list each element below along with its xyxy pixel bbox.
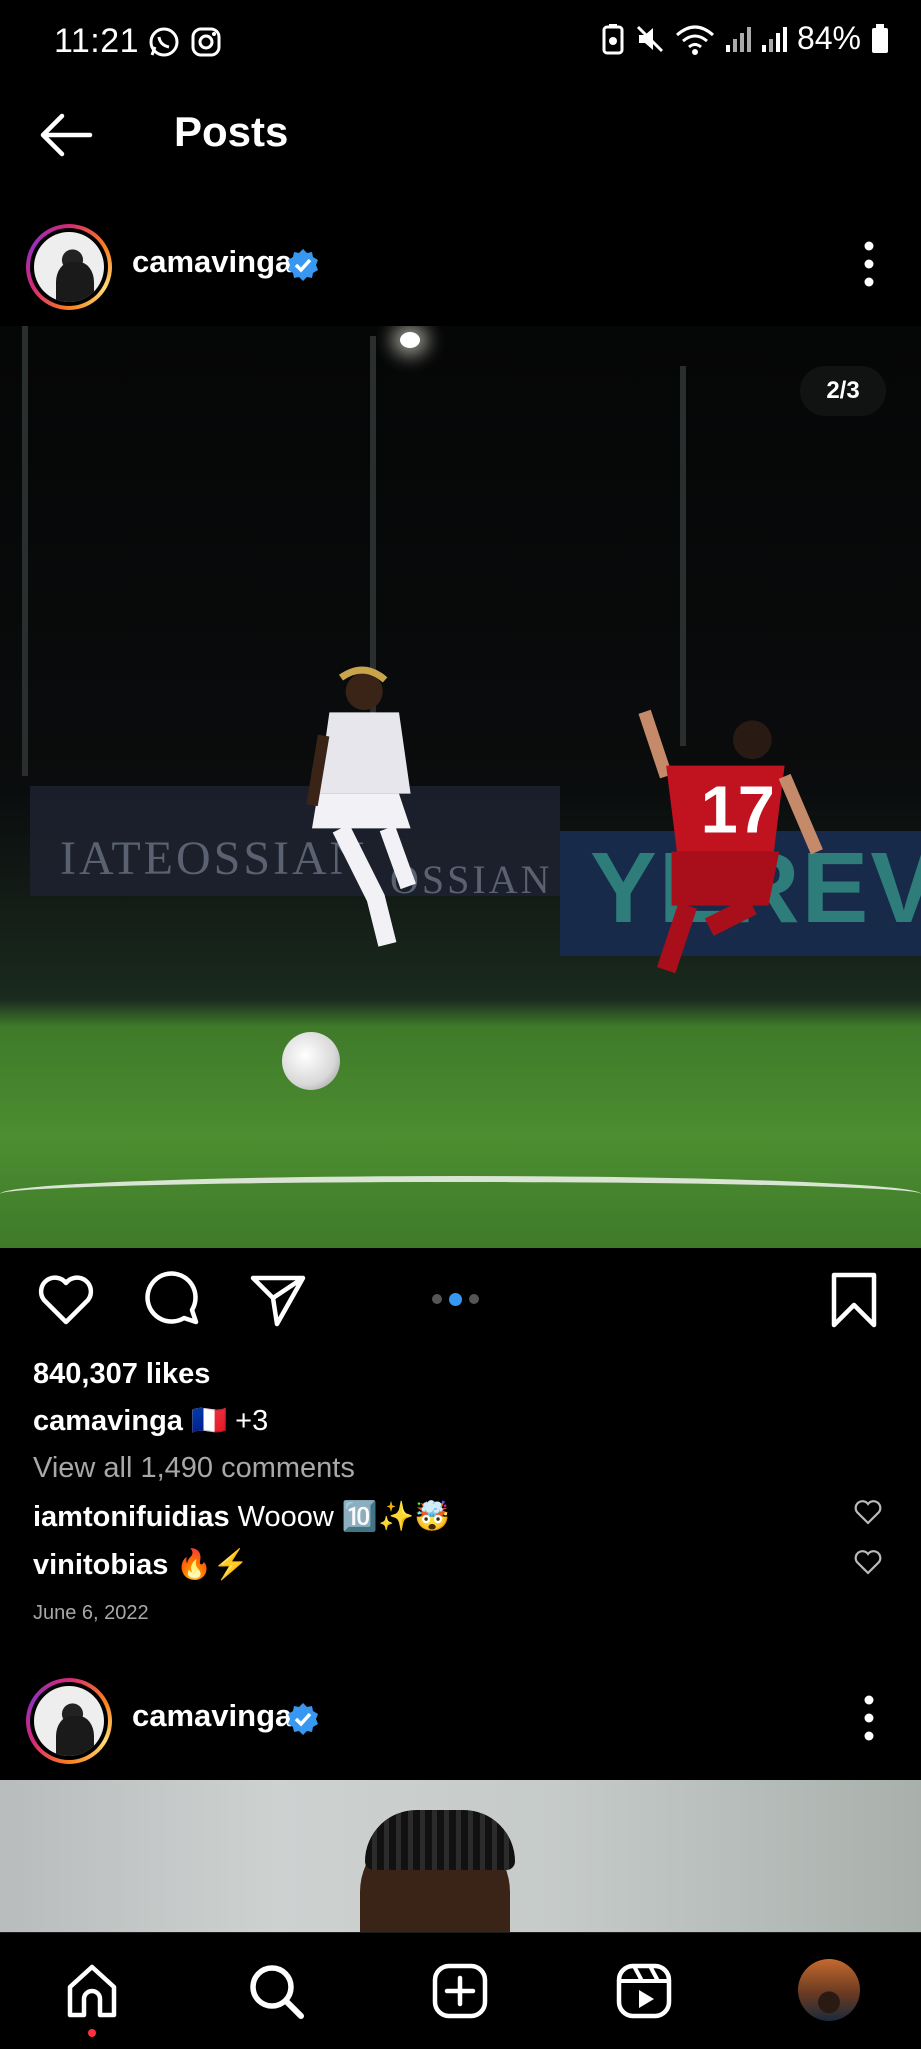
player-white xyxy=(306,666,416,947)
comment-text: 🔥⚡ xyxy=(176,1549,249,1581)
carousel-counter: 2/3 xyxy=(800,366,886,416)
bottom-nav xyxy=(0,1932,921,2049)
stadium-light xyxy=(400,332,420,348)
status-bar: 11:21 84% xyxy=(0,0,921,86)
post-image[interactable] xyxy=(0,1780,921,1932)
football xyxy=(282,1032,340,1090)
page-title: Posts xyxy=(174,108,289,155)
home-icon[interactable] xyxy=(62,1961,122,2021)
back-button[interactable] xyxy=(36,110,96,160)
wifi-icon xyxy=(675,25,714,55)
post-username[interactable]: camavinga xyxy=(132,1698,292,1734)
comment-username[interactable]: iamtonifuidias xyxy=(33,1501,230,1533)
status-indicators: 84% xyxy=(601,20,889,57)
post-header: camavinga xyxy=(0,218,921,318)
comment-row: vinitobias 🔥⚡ xyxy=(33,1548,249,1582)
like-heart-icon[interactable] xyxy=(36,1270,96,1330)
comment-icon[interactable] xyxy=(144,1270,204,1330)
comment-text: Wooow 🔟✨🤯 xyxy=(237,1501,451,1533)
instagram-icon xyxy=(191,27,221,57)
post-username[interactable]: camavinga xyxy=(132,244,292,280)
whatsapp-icon xyxy=(149,27,179,57)
post-header: camavinga xyxy=(0,1672,921,1772)
caption: camavinga 🇫🇷 +3 xyxy=(33,1404,268,1438)
avatar[interactable] xyxy=(26,224,112,310)
likes-count[interactable]: 840,307 likes xyxy=(33,1358,210,1391)
view-all-comments-link[interactable]: View all 1,490 comments xyxy=(33,1452,355,1485)
carousel-dot xyxy=(432,1294,442,1304)
signal-icon xyxy=(725,26,751,52)
comment-username[interactable]: vinitobias xyxy=(33,1549,168,1581)
signal-icon xyxy=(761,26,787,52)
status-time: 11:21 xyxy=(54,22,140,60)
post-date: June 6, 2022 xyxy=(33,1602,149,1624)
more-options-icon[interactable] xyxy=(863,1692,875,1744)
notification-dot xyxy=(88,2029,96,2037)
search-icon[interactable] xyxy=(246,1961,306,2021)
battery-percent: 84% xyxy=(796,20,861,56)
verified-badge-icon xyxy=(288,1703,318,1735)
reels-icon[interactable] xyxy=(614,1961,674,2021)
pitch-line xyxy=(0,1176,921,1212)
post-image[interactable]: IATEOSSIAN OSSIAN YEREVAN 17 2/3 xyxy=(0,326,921,1248)
save-bookmark-icon[interactable] xyxy=(824,1270,884,1330)
carousel-indicator xyxy=(432,1293,479,1306)
post-actions xyxy=(0,1262,921,1342)
comment-like-icon[interactable] xyxy=(853,1498,883,1526)
player-hair xyxy=(365,1810,515,1870)
battery-saver-icon xyxy=(602,23,624,54)
verified-badge-icon xyxy=(288,249,318,281)
back-arrow-icon xyxy=(40,113,93,157)
avatar[interactable] xyxy=(26,1678,112,1764)
share-send-icon[interactable] xyxy=(248,1270,308,1330)
player-red: 17 xyxy=(638,709,823,974)
comment-like-icon[interactable] xyxy=(853,1548,883,1576)
battery-icon xyxy=(872,23,888,53)
mute-icon xyxy=(636,25,664,52)
create-icon[interactable] xyxy=(430,1961,490,2021)
carousel-dot xyxy=(469,1294,479,1304)
svg-text:17: 17 xyxy=(701,773,775,847)
comment-row: iamtonifuidias Wooow 🔟✨🤯 xyxy=(33,1500,450,1534)
page-header: Posts xyxy=(0,96,921,176)
carousel-dot-active xyxy=(449,1293,462,1306)
caption-username[interactable]: camavinga xyxy=(33,1405,183,1437)
more-options-icon[interactable] xyxy=(863,238,875,290)
profile-avatar[interactable] xyxy=(798,1959,860,2021)
caption-text: 🇫🇷 +3 xyxy=(190,1405,269,1437)
